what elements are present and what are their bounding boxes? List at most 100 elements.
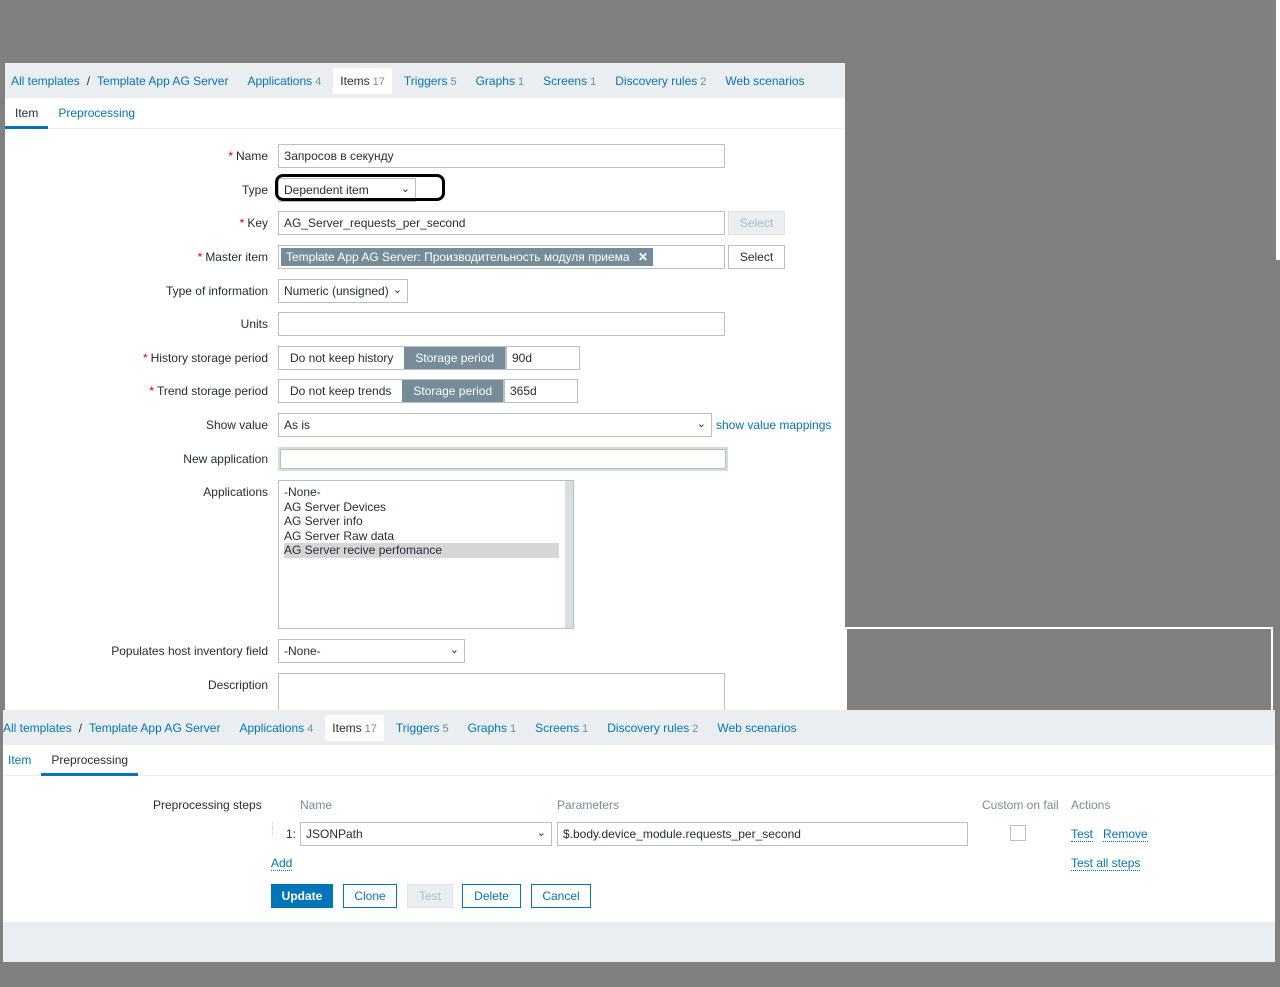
nav-count: 1 (582, 722, 589, 735)
application-option-selected[interactable]: AG Server recive perfomance (284, 543, 559, 558)
breadcrumb-template[interactable]: Template App AG Server (89, 721, 220, 735)
tab-preprocessing[interactable]: Preprocessing (48, 98, 145, 129)
show-value-value: As is (284, 418, 311, 432)
trend-toggle[interactable]: Do not keep trends Storage period (278, 379, 505, 403)
column-name: Name (300, 798, 333, 812)
name-input[interactable]: Запросов в секунду (278, 144, 725, 168)
test-button[interactable]: Test (407, 884, 453, 908)
nav-applications[interactable]: Applications 4 (239, 721, 313, 735)
test-all-steps-link[interactable]: Test all steps (1071, 856, 1141, 871)
nav-label: Discovery rules (607, 720, 690, 735)
application-option[interactable]: AG Server Raw data (284, 529, 559, 544)
step-remove-link[interactable]: Remove (1103, 827, 1148, 842)
nav-count: 1 (590, 75, 597, 88)
master-item-select-button[interactable]: Select (728, 245, 785, 269)
nav-label: Items (332, 720, 362, 735)
show-value-select[interactable]: As is ⌄ (278, 413, 712, 437)
trend-input[interactable]: 365d (504, 379, 578, 403)
nav-items[interactable]: Items 17 (325, 714, 384, 741)
nav-label: Discovery rules (615, 73, 698, 88)
applications-label: Applications (203, 485, 268, 499)
form-tabs: Item Preprocessing (5, 98, 845, 129)
show-value-mappings-link[interactable]: show value mappings (716, 418, 831, 432)
breadcrumb-template[interactable]: Template App AG Server (97, 74, 228, 88)
nav-applications[interactable]: Applications 4 (247, 74, 321, 88)
nav-count: 4 (315, 75, 322, 88)
nav-web-scenarios[interactable]: Web scenarios (717, 721, 796, 735)
nav-graphs[interactable]: Graphs 1 (468, 721, 516, 735)
nav-label: Screens (543, 73, 588, 88)
custom-on-fail-checkbox[interactable] (1010, 825, 1026, 841)
chevron-down-icon: ⌄ (449, 644, 459, 656)
nav-web-scenarios[interactable]: Web scenarios (725, 74, 804, 88)
nav-count: 2 (700, 75, 707, 88)
remove-icon[interactable]: ✕ (638, 250, 648, 264)
application-option[interactable]: AG Server info (284, 514, 559, 529)
application-option[interactable]: -None- (284, 485, 559, 500)
trend-option-storage[interactable]: Storage period (402, 380, 504, 402)
cancel-button[interactable]: Cancel (531, 884, 591, 908)
key-input[interactable]: AG_Server_requests_per_second (278, 211, 725, 235)
new-application-input[interactable] (278, 447, 728, 471)
key-select-button[interactable]: Select (728, 211, 785, 235)
clone-button[interactable]: Clone (343, 884, 397, 908)
step-test-link[interactable]: Test (1071, 827, 1094, 842)
nav-count: 2 (692, 722, 699, 735)
step-type-value: JSONPath (306, 827, 363, 841)
name-label: * Name (228, 149, 268, 163)
master-item-tag: Template App AG Server: Производительнос… (281, 248, 653, 266)
nav-label: Applications (239, 720, 305, 735)
nav-items[interactable]: Items 17 (333, 67, 392, 94)
add-step-link[interactable]: Add (271, 856, 293, 871)
nav-discovery-rules[interactable]: Discovery rules 2 (615, 74, 706, 88)
step-number: 1: (286, 827, 297, 841)
nav-label: Graphs (475, 73, 515, 88)
chevron-down-icon: ⌄ (392, 284, 402, 296)
application-option[interactable]: AG Server Devices (284, 500, 559, 515)
units-input[interactable] (278, 312, 725, 336)
drag-handle-icon[interactable]: ⁞ ⁞ (271, 822, 274, 838)
history-option-storage[interactable]: Storage period (404, 347, 506, 369)
history-option-no-keep[interactable]: Do not keep history (279, 347, 404, 369)
type-of-information-label: Type of information (165, 284, 268, 298)
nav-screens[interactable]: Screens 1 (543, 74, 596, 88)
history-input[interactable]: 90d (506, 346, 580, 370)
nav-graphs[interactable]: Graphs 1 (476, 74, 524, 88)
tab-preprocessing[interactable]: Preprocessing (41, 745, 139, 776)
template-nav: All templates / Template App AG Server Ap… (5, 63, 845, 98)
column-parameters: Parameters (557, 798, 620, 812)
trend-label: * Trend storage period (149, 384, 268, 398)
scrollbar[interactable] (565, 481, 573, 628)
history-toggle[interactable]: Do not keep history Storage period (278, 346, 507, 370)
nav-label: Triggers (403, 73, 448, 88)
nav-label: Applications (247, 73, 313, 88)
column-custom-on-fail: Custom on fail (982, 798, 1059, 812)
tab-item[interactable]: Item (5, 98, 49, 129)
inventory-select[interactable]: -None- ⌄ (278, 639, 465, 663)
trend-option-no-keep[interactable]: Do not keep trends (279, 380, 402, 402)
breadcrumb-separator: / (86, 73, 91, 88)
update-button[interactable]: Update (271, 884, 333, 908)
breadcrumb-all-templates[interactable]: All templates (11, 74, 80, 88)
master-item-input[interactable]: Template App AG Server: Производительнос… (278, 245, 725, 269)
highlight-annotation (275, 174, 445, 201)
nav-screens[interactable]: Screens 1 (535, 721, 588, 735)
nav-discovery-rules[interactable]: Discovery rules 2 (607, 721, 698, 735)
step-type-select[interactable]: JSONPath ⌄ (300, 822, 552, 846)
chevron-down-icon: ⌄ (536, 827, 546, 839)
tab-item[interactable]: Item (3, 745, 41, 776)
nav-triggers[interactable]: Triggers 5 (404, 74, 457, 88)
step-parameter-input[interactable]: $.body.device_module.requests_per_second (557, 822, 968, 846)
template-nav: All templates / Template App AG Server Ap… (3, 710, 1275, 745)
type-of-information-select[interactable]: Numeric (unsigned) ⌄ (278, 279, 408, 303)
nav-label: Items (340, 73, 370, 88)
breadcrumb-all-templates[interactable]: All templates (3, 721, 72, 735)
new-application-label: New application (183, 452, 268, 466)
nav-triggers[interactable]: Triggers 5 (396, 721, 449, 735)
applications-listbox[interactable]: -None- AG Server Devices AG Server info … (278, 480, 574, 629)
delete-button[interactable]: Delete (462, 884, 521, 908)
footer-bar (3, 922, 1275, 962)
breadcrumb-separator: / (78, 720, 83, 735)
master-item-label: * Master item (197, 250, 268, 264)
type-label: Type (241, 183, 268, 197)
